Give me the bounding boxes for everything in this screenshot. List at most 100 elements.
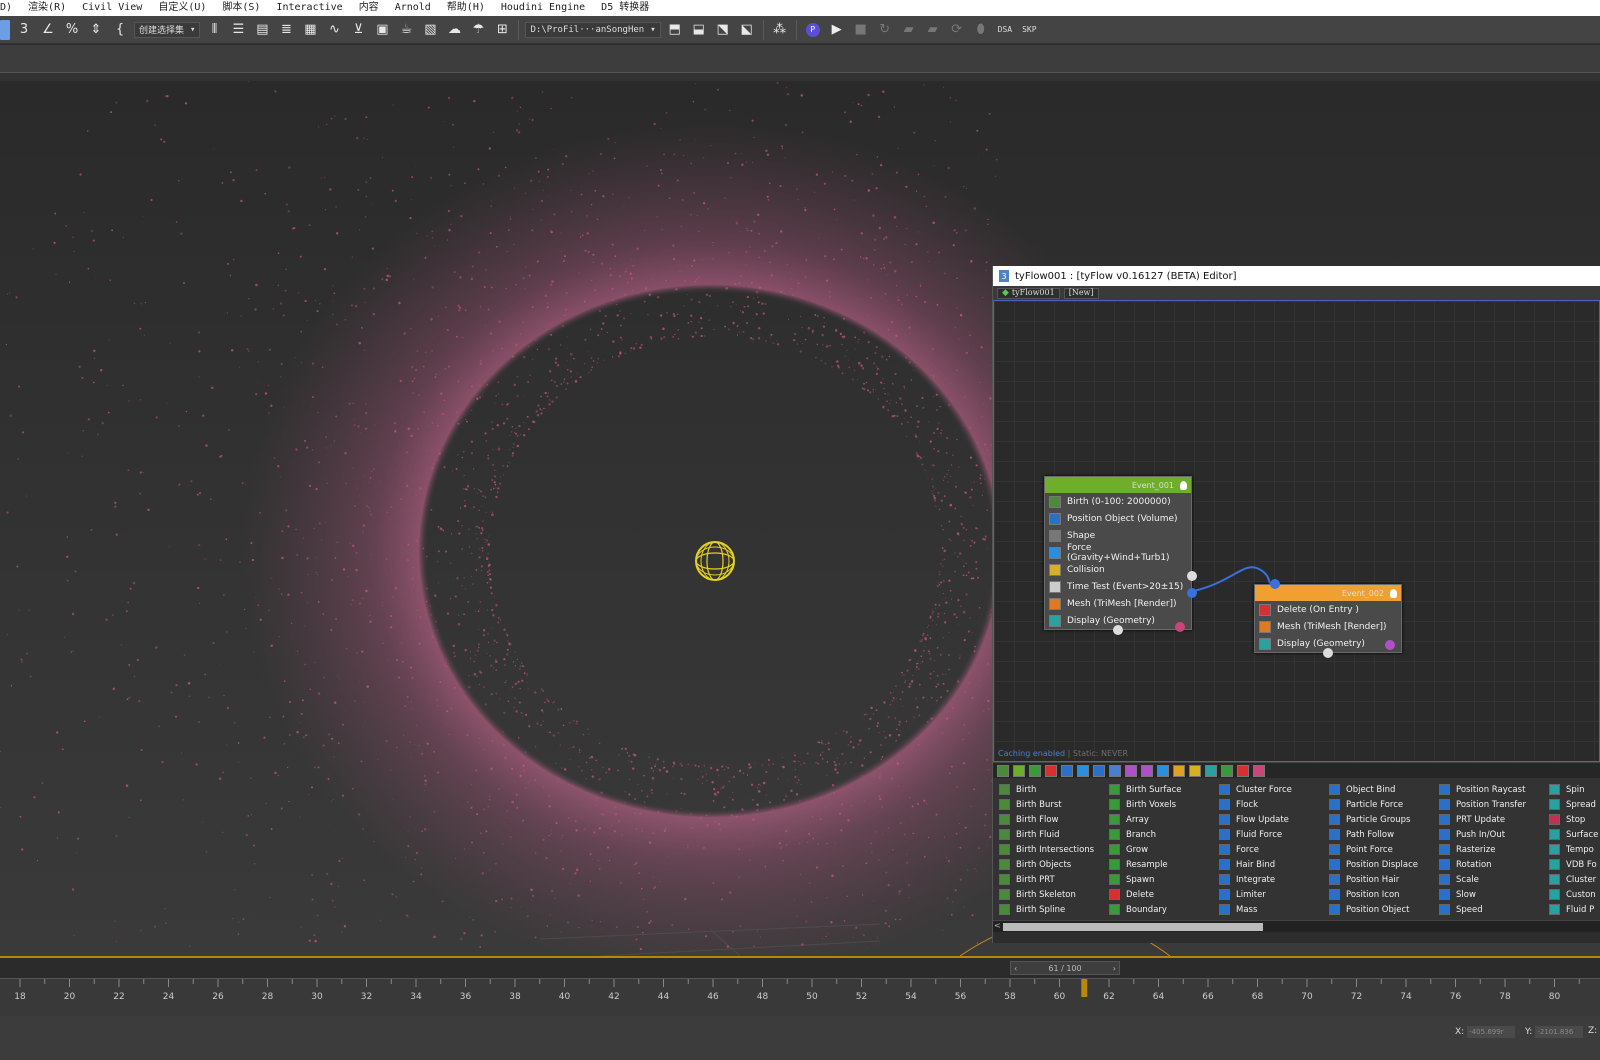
collision-output-port[interactable] [1187,571,1197,581]
operator-row[interactable]: Collision [1045,561,1191,578]
event-input-port[interactable] [1270,579,1280,589]
operator-depot-item[interactable]: Delete [1109,887,1182,902]
operator-depot-item[interactable]: Position Raycast [1439,782,1526,797]
category-filter-icon[interactable] [1109,764,1121,777]
menu-item[interactable]: Houdini Engine [493,0,593,16]
operator-depot-item[interactable]: Speed [1439,902,1526,917]
display-color-swatch[interactable] [1385,640,1395,650]
timeline-ruler[interactable]: 18 20 22 24 26 28 30 32 34 36 38 40 42 44 46 48 50 52 54 56… [0,978,1600,1016]
operator-depot-item[interactable]: Scale [1439,872,1526,887]
camera-icon[interactable]: ▰ [899,20,919,40]
stop-icon[interactable]: ■ [851,20,871,40]
percent-snap-icon[interactable]: % [62,20,82,40]
operator-depot-item[interactable]: Mass [1219,902,1292,917]
dsa-button[interactable]: DSA [995,25,1015,34]
operator-depot-item[interactable]: Birth PRT [999,872,1094,887]
menu-item[interactable]: Arnold [387,0,439,16]
event-input-port[interactable] [1113,625,1123,635]
snap-3d-icon[interactable]: 3 [14,20,34,40]
category-filter-icon[interactable] [1045,764,1057,777]
operator-depot-item[interactable]: Object Bind [1329,782,1418,797]
category-filter-icon[interactable] [1237,764,1249,777]
category-filter-icon[interactable] [1205,764,1217,777]
operator-depot-item[interactable]: Slow [1439,887,1526,902]
category-filter-icon[interactable] [1013,764,1025,777]
operator-row[interactable]: Position Object (Volume) [1045,510,1191,527]
menu-item[interactable]: Civil View [74,0,150,16]
category-filter-icon[interactable] [1221,764,1233,777]
operator-depot-item[interactable]: Position Hair [1329,872,1418,887]
event-node-event-001[interactable]: Event_001 Birth (0-100: 2000000) Position… [1044,476,1197,635]
category-filter-icon[interactable] [1141,764,1153,777]
schematic-view-icon[interactable]: ⊻ [348,20,368,40]
scroll-thumb[interactable] [1003,923,1263,931]
operator-depot-item[interactable]: Limiter [1219,887,1292,902]
editor-title-bar[interactable]: 3 tyFlow001 : [tyFlow v0.16127 (BETA) Ed… [993,266,1600,286]
next-frame-icon[interactable]: › [1113,964,1116,973]
operator-depot-item[interactable]: Flock [1219,797,1292,812]
operator-depot-item[interactable]: Spawn [1109,872,1182,887]
operator-depot-item[interactable]: Cluster Force [1219,782,1292,797]
category-filter-icon[interactable] [1157,764,1169,777]
operator-row[interactable]: Shape [1045,527,1191,544]
menu-item[interactable]: Interactive [268,0,350,16]
operator-depot-item[interactable]: VDB Fo [1549,857,1598,872]
toggle-ribbon-icon[interactable]: ▦ [300,20,320,40]
category-filter-icon[interactable] [1173,764,1185,777]
video-icon[interactable]: ▰ [923,20,943,40]
operator-depot-item[interactable]: Particle Force [1329,797,1418,812]
menu-item[interactable]: 内容 [351,0,387,16]
operator-depot-item[interactable]: Array [1109,812,1182,827]
operator-depot-item[interactable]: Position Displace [1329,857,1418,872]
operator-depot-item[interactable]: Resample [1109,857,1182,872]
operator-depot-item[interactable]: Stop [1549,812,1598,827]
grid-icon[interactable]: ⊞ [492,20,512,40]
operator-depot-item[interactable]: Birth Fluid [999,827,1094,842]
category-filter-icon[interactable] [1253,764,1265,777]
operator-depot-item[interactable]: Position Icon [1329,887,1418,902]
angle-snap-icon[interactable]: ∠ [38,20,58,40]
event-header[interactable]: Event_001 [1045,477,1191,493]
bulb-icon[interactable] [1390,588,1397,598]
operator-row[interactable]: Time Test (Event>20±15) [1045,578,1191,595]
curve-editor-icon[interactable]: ∿ [324,20,344,40]
operator-depot-item[interactable]: Cluster [1549,872,1598,887]
operator-depot-item[interactable]: Force [1219,842,1292,857]
operator-row[interactable]: Mesh (TriMesh [Render]) [1045,595,1191,612]
mirror-icon[interactable]: ⫴ [204,20,224,40]
operator-depot-item[interactable]: Rotation [1439,857,1526,872]
category-filter-icon[interactable] [1093,764,1105,777]
category-filter-icon[interactable] [1189,764,1201,777]
category-filter-icon[interactable] [1029,764,1041,777]
menu-item[interactable]: 渲染(R) [20,0,74,16]
set-project-icon[interactable]: ⬒ [665,20,685,40]
category-filter-icon[interactable] [997,764,1009,777]
pin-icon[interactable]: ⬮ [971,20,991,40]
select-icon[interactable] [0,19,10,40]
material-editor-icon[interactable]: ▣ [372,20,392,40]
operator-depot-item[interactable]: Birth Objects [999,857,1094,872]
event-node-event-002[interactable]: Event_002 Delete (On Entry ) Mesh (TriMes… [1254,579,1402,658]
named-selection-dropdown[interactable]: 创建选择集 ▾ [134,21,201,38]
operator-depot-item[interactable]: Birth Surface [1109,782,1182,797]
operator-depot-item[interactable]: Position Transfer [1439,797,1526,812]
operator-depot-item[interactable]: PRT Update [1439,812,1526,827]
open-project-icon[interactable]: ⬓ [689,20,709,40]
rotate-icon[interactable]: ⟳ [947,20,967,40]
operator-depot-item[interactable]: Branch [1109,827,1182,842]
operator-depot-item[interactable]: Position Object [1329,902,1418,917]
operator-depot-item[interactable]: Custon [1549,887,1598,902]
display-color-swatch[interactable] [1175,622,1185,632]
menu-item[interactable]: D5 转换器 [593,0,657,16]
layer-explorer-icon[interactable]: ≣ [276,20,296,40]
operator-depot-item[interactable]: Birth Voxels [1109,797,1182,812]
y-value[interactable]: -2101.836 [1535,1026,1584,1038]
operator-depot-item[interactable]: Path Follow [1329,827,1418,842]
refresh-icon[interactable]: ↻ [875,20,895,40]
plugin-icon[interactable]: P [805,22,820,37]
scene-explorer-icon[interactable]: ▤ [252,20,272,40]
operator-depot-item[interactable]: Birth [999,782,1094,797]
operator-depot-item[interactable]: Birth Spline [999,902,1094,917]
operator-row[interactable]: Force (Gravity+Wind+Turb1) [1045,543,1191,563]
operator-depot-item[interactable]: Flow Update [1219,812,1292,827]
